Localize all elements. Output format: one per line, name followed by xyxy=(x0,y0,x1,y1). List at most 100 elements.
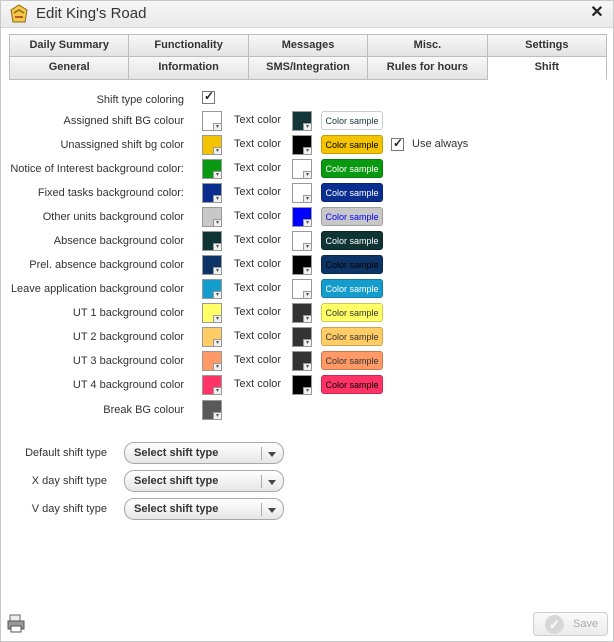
color-row: Assigned shift BG colour ▾ Text color ▾ Colo… xyxy=(1,110,614,134)
dropdown-arrow-icon: ▾ xyxy=(213,123,222,131)
bg-color-picker[interactable]: ▾ xyxy=(202,183,222,203)
tab-daily-summary[interactable]: Daily Summary xyxy=(9,34,130,57)
shift-type-row: V day shift type Select shift type xyxy=(1,498,614,522)
text-color-picker[interactable]: ▾ xyxy=(292,351,312,371)
color-row-label: Fixed tasks background color: xyxy=(37,187,184,199)
bg-color-picker[interactable]: ▾ xyxy=(202,207,222,227)
dropdown-arrow-icon: ▾ xyxy=(303,243,312,251)
checkmark-icon: ✓ xyxy=(393,136,404,150)
tab-functionality[interactable]: Functionality xyxy=(129,34,249,57)
dropdown-arrow-icon: ▾ xyxy=(303,363,312,371)
text-color-label: Text color xyxy=(234,186,282,198)
checkmark-icon: ✓ xyxy=(204,89,215,103)
chevron-down-icon xyxy=(268,480,276,485)
dropdown-arrow-icon: ▾ xyxy=(213,147,222,155)
tab-messages[interactable]: Messages xyxy=(248,34,369,57)
chevron-down-icon xyxy=(268,508,276,513)
text-color-picker[interactable]: ▾ xyxy=(292,231,312,251)
shift-type-select[interactable]: Select shift type xyxy=(124,470,284,492)
color-row: UT 1 background color ▾ Text color ▾ Color s… xyxy=(1,302,614,326)
text-color-picker[interactable]: ▾ xyxy=(292,183,312,203)
break-bg-row: Break BG colour ▾ xyxy=(1,399,614,423)
dropdown-arrow-icon: ▾ xyxy=(213,243,222,251)
text-color-picker[interactable]: ▾ xyxy=(292,255,312,275)
dropdown-arrow-icon: ▾ xyxy=(213,339,222,347)
dropdown-arrow-icon: ▾ xyxy=(213,291,222,299)
save-button[interactable]: ✓ Save xyxy=(533,612,608,636)
tab-shift[interactable]: Shift xyxy=(487,57,608,80)
print-icon[interactable] xyxy=(7,613,25,633)
dropdown-arrow-icon: ▾ xyxy=(303,171,312,179)
bg-color-picker[interactable]: ▾ xyxy=(202,135,222,155)
text-color-label: Text color xyxy=(234,354,282,366)
dropdown-arrow-icon: ▾ xyxy=(303,123,312,131)
tab-misc-[interactable]: Misc. xyxy=(368,34,488,57)
tab-rules-for-hours[interactable]: Rules for hours xyxy=(368,57,488,80)
color-row: Prel. absence background color ▾ Text colo… xyxy=(1,254,614,278)
dropdown-arrow-icon: ▾ xyxy=(213,363,222,371)
bg-color-picker[interactable]: ▾ xyxy=(202,351,222,371)
shift-type-select[interactable]: Select shift type xyxy=(124,498,284,520)
tab-settings[interactable]: Settings xyxy=(487,34,608,57)
bg-color-picker[interactable]: ▾ xyxy=(202,327,222,347)
shift-type-label: V day shift type xyxy=(31,503,107,515)
select-separator xyxy=(261,503,262,516)
color-sample: Color sample xyxy=(321,279,383,298)
text-color-label: Text color xyxy=(234,282,282,294)
break-bg-label: Break BG colour xyxy=(103,404,184,416)
tab-sms-integration[interactable]: SMS/Integration xyxy=(248,57,369,80)
title-bar: Edit King's Road ✕ xyxy=(1,1,613,28)
break-bg-color-picker[interactable]: ▾ xyxy=(202,400,222,420)
bg-color-picker[interactable]: ▾ xyxy=(202,255,222,275)
text-color-picker[interactable]: ▾ xyxy=(292,303,312,323)
color-row-label: UT 3 background color xyxy=(72,355,184,367)
text-color-label: Text color xyxy=(234,306,282,318)
color-row: Other units background color ▾ Text color ▾… xyxy=(1,206,614,230)
color-row: Absence background color ▾ Text color ▾ Colo… xyxy=(1,230,614,254)
text-color-label: Text color xyxy=(234,210,282,222)
shift-type-select[interactable]: Select shift type xyxy=(124,442,284,464)
color-row-label: UT 1 background color xyxy=(72,307,184,319)
text-color-picker[interactable]: ▾ xyxy=(292,375,312,395)
color-sample: Color sample xyxy=(321,375,383,394)
text-color-picker[interactable]: ▾ xyxy=(292,135,312,155)
shift-type-row: X day shift type Select shift type xyxy=(1,470,614,494)
text-color-picker[interactable]: ▾ xyxy=(292,279,312,299)
color-row-label: UT 2 background color xyxy=(72,331,184,343)
close-icon[interactable]: ✕ xyxy=(589,4,605,22)
bg-color-picker[interactable]: ▾ xyxy=(202,231,222,251)
shift-type-coloring-checkbox[interactable]: ✓ xyxy=(202,89,215,104)
text-color-picker[interactable]: ▾ xyxy=(292,111,312,131)
check-icon: ✓ xyxy=(545,615,564,634)
color-sample: Color sample xyxy=(321,303,383,322)
dialog-title: Edit King's Road xyxy=(36,5,147,22)
use-always-checkbox[interactable]: ✓ xyxy=(391,136,404,151)
bg-color-picker[interactable]: ▾ xyxy=(202,111,222,131)
select-separator xyxy=(261,447,262,460)
text-color-picker[interactable]: ▾ xyxy=(292,327,312,347)
shift-type-value: Select shift type xyxy=(134,475,219,487)
color-row-label: Leave application background color xyxy=(10,283,184,295)
dropdown-arrow-icon: ▾ xyxy=(303,147,312,155)
color-row-label: Absence background color xyxy=(53,235,184,247)
bg-color-picker[interactable]: ▾ xyxy=(202,279,222,299)
color-row: Fixed tasks background color: ▾ Text color… xyxy=(1,182,614,206)
color-row: Notice of Interest background color: ▾ Tex… xyxy=(1,158,614,182)
bg-color-picker[interactable]: ▾ xyxy=(202,159,222,179)
text-color-picker[interactable]: ▾ xyxy=(292,207,312,227)
app-logo-icon xyxy=(10,4,28,23)
color-row-label: Notice of Interest background color: xyxy=(10,163,184,175)
color-row-label: Other units background color xyxy=(42,211,184,223)
color-sample: Color sample xyxy=(321,327,383,346)
dropdown-arrow-icon: ▾ xyxy=(213,195,222,203)
bg-color-picker[interactable]: ▾ xyxy=(202,303,222,323)
dropdown-arrow-icon: ▾ xyxy=(213,219,222,227)
text-color-picker[interactable]: ▾ xyxy=(292,159,312,179)
tab-general[interactable]: General xyxy=(9,57,130,80)
shift-type-value: Select shift type xyxy=(134,447,219,459)
text-color-label: Text color xyxy=(234,114,282,126)
dropdown-arrow-icon: ▾ xyxy=(213,315,222,323)
tab-information[interactable]: Information xyxy=(129,57,249,80)
color-row-label: Prel. absence background color xyxy=(29,259,184,271)
bg-color-picker[interactable]: ▾ xyxy=(202,375,222,395)
